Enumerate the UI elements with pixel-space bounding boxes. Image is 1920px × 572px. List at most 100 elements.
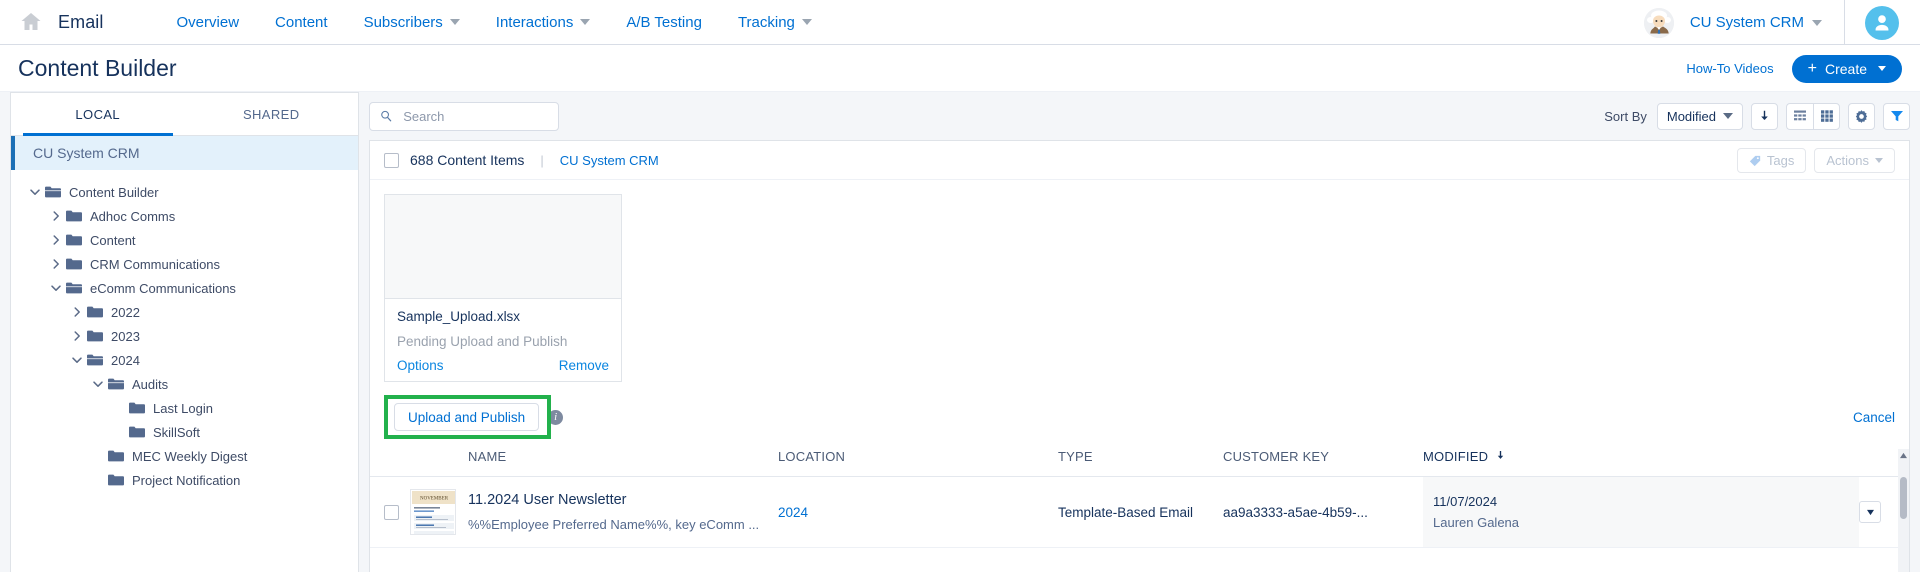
tree-item[interactable]: Last Login xyxy=(11,396,358,420)
chevron-right-icon[interactable] xyxy=(46,258,66,270)
settings-button[interactable] xyxy=(1848,102,1875,130)
tree-item[interactable]: SkillSoft xyxy=(11,420,358,444)
cancel-link[interactable]: Cancel xyxy=(1853,410,1895,425)
chevron-down-icon[interactable] xyxy=(67,354,87,366)
filter-button[interactable] xyxy=(1883,102,1910,130)
user-menu-button[interactable] xyxy=(1859,5,1904,40)
th-modified-label: MODIFIED xyxy=(1423,449,1489,464)
tree-item[interactable]: Audits xyxy=(11,372,358,396)
row-menu-button[interactable] xyxy=(1859,501,1881,523)
nav-item-content[interactable]: Content xyxy=(257,14,346,31)
table-header-row: NAME LOCATION TYPE CUSTOMER KEY MODIFIED xyxy=(370,449,1909,477)
tree-item[interactable]: 2022 xyxy=(11,300,358,324)
tree-item[interactable]: MEC Weekly Digest xyxy=(11,444,358,468)
table-scrollbar[interactable] xyxy=(1898,449,1909,572)
folder-icon xyxy=(66,233,82,247)
select-all-checkbox[interactable] xyxy=(384,152,399,168)
chevron-down-icon[interactable] xyxy=(46,282,66,294)
items-count: 688 Content Items xyxy=(410,152,525,168)
row-name[interactable]: 11.2024 User Newsletter xyxy=(468,492,778,508)
nav-item-subscribers[interactable]: Subscribers xyxy=(346,14,478,31)
tree-item-label: Last Login xyxy=(153,400,213,416)
chevron-right-icon[interactable] xyxy=(67,306,87,318)
upload-card: Sample_Upload.xlsx Pending Upload and Pu… xyxy=(384,194,622,382)
content-table-wrapper: NAME LOCATION TYPE CUSTOMER KEY MODIFIED xyxy=(370,449,1909,572)
search-input[interactable] xyxy=(401,107,548,125)
arrow-down-icon xyxy=(1497,451,1504,459)
einstein-assistant-icon[interactable] xyxy=(1643,7,1674,38)
upload-options-link[interactable]: Options xyxy=(397,358,444,373)
upload-and-publish-button[interactable]: Upload and Publish xyxy=(394,403,540,431)
th-name[interactable]: NAME xyxy=(468,449,778,477)
content-card: 688 Content Items | CU System CRM Tags A… xyxy=(369,140,1910,572)
home-icon[interactable] xyxy=(18,9,44,35)
tags-button-label: Tags xyxy=(1766,153,1795,168)
table-body: NOVEMBER 11.2024 User Newsletter %%Employe… xyxy=(370,476,1909,548)
upload-card-actions: Options Remove xyxy=(397,358,609,373)
breadcrumb[interactable]: CU System CRM xyxy=(560,153,659,168)
chevron-down-icon[interactable] xyxy=(88,378,108,390)
row-preview: %%Employee Preferred Name%%, key eComm .… xyxy=(468,517,760,532)
create-button[interactable]: + Create xyxy=(1791,54,1902,83)
nav-item-interactions[interactable]: Interactions xyxy=(478,14,609,31)
tree-item-label: Content Builder xyxy=(69,184,159,200)
chevron-right-icon[interactable] xyxy=(46,210,66,222)
chevron-right-icon[interactable] xyxy=(46,234,66,246)
row-thumbnail: NOVEMBER xyxy=(410,489,456,535)
org-selector[interactable]: CU System CRM xyxy=(1674,0,1845,45)
tree-item[interactable]: CRM Communications xyxy=(11,252,358,276)
info-icon[interactable]: i xyxy=(548,409,564,425)
row-location[interactable]: 2024 xyxy=(778,505,808,520)
tab-label: SHARED xyxy=(242,106,300,122)
tree-item-label: 2023 xyxy=(111,328,140,344)
chevron-right-icon[interactable] xyxy=(67,330,87,342)
th-modified[interactable]: MODIFIED xyxy=(1423,449,1859,477)
how-to-videos-link[interactable]: How-To Videos xyxy=(1686,61,1773,76)
sort-direction-button[interactable] xyxy=(1751,102,1778,130)
row-modified-by: Lauren Galena xyxy=(1433,515,1520,530)
gear-icon xyxy=(1855,109,1868,123)
scroll-up-button[interactable] xyxy=(1898,449,1909,462)
tags-button[interactable]: Tags xyxy=(1736,148,1807,173)
tree-item[interactable]: Content xyxy=(11,228,358,252)
main-panel: Sort By Modified xyxy=(369,92,1910,572)
list-view-button[interactable] xyxy=(1786,102,1813,130)
tree-item[interactable]: Adhoc Comms xyxy=(11,204,358,228)
nav-item-label: Interactions xyxy=(495,13,574,31)
folder-icon xyxy=(66,209,82,223)
search-box[interactable] xyxy=(369,101,559,131)
page-title: Content Builder xyxy=(18,54,177,81)
tree-item[interactable]: eComm Communications xyxy=(11,276,358,300)
upload-thumbnail xyxy=(385,195,621,299)
folder-icon xyxy=(87,353,103,367)
tab-label: LOCAL xyxy=(75,106,121,122)
table-row[interactable]: NOVEMBER 11.2024 User Newsletter %%Employe… xyxy=(370,476,1909,548)
upload-remove-link[interactable]: Remove xyxy=(559,358,609,373)
tree-item[interactable]: Project Notification xyxy=(11,468,358,492)
nav-item-tracking[interactable]: Tracking xyxy=(720,14,830,31)
row-checkbox[interactable] xyxy=(384,504,399,520)
folder-tree: Content Builder Adhoc Comms Content CRM Com… xyxy=(11,170,358,572)
tree-item[interactable]: 2024 xyxy=(11,348,358,372)
primary-nav: Overview Content Subscribers Interaction… xyxy=(159,14,830,31)
chevron-down-icon xyxy=(1866,509,1874,515)
th-type[interactable]: TYPE xyxy=(1058,449,1223,477)
sidebar-root-item[interactable]: CU System CRM xyxy=(11,136,358,170)
tab-local[interactable]: LOCAL xyxy=(11,93,185,136)
scrollbar-thumb[interactable] xyxy=(1900,477,1907,519)
actions-button[interactable]: Actions xyxy=(1814,148,1895,173)
row-modified-date: 11/07/2024 xyxy=(1433,494,1498,509)
nav-item-ab-testing[interactable]: A/B Testing xyxy=(608,14,720,31)
grid-view-button[interactable] xyxy=(1813,102,1840,130)
sort-by-select[interactable]: Modified xyxy=(1656,102,1743,130)
th-location[interactable]: LOCATION xyxy=(778,449,1058,477)
nav-item-label: Content xyxy=(275,13,328,31)
tree-item[interactable]: 2023 xyxy=(11,324,358,348)
tab-shared[interactable]: SHARED xyxy=(185,93,359,135)
nav-item-overview[interactable]: Overview xyxy=(159,14,258,31)
top-nav-right-group: CU System CRM xyxy=(1643,0,1920,45)
chevron-down-icon[interactable] xyxy=(25,186,45,198)
th-customer-key[interactable]: CUSTOMER KEY xyxy=(1223,449,1423,477)
folder-icon xyxy=(66,281,82,295)
tree-item[interactable]: Content Builder xyxy=(11,180,358,204)
